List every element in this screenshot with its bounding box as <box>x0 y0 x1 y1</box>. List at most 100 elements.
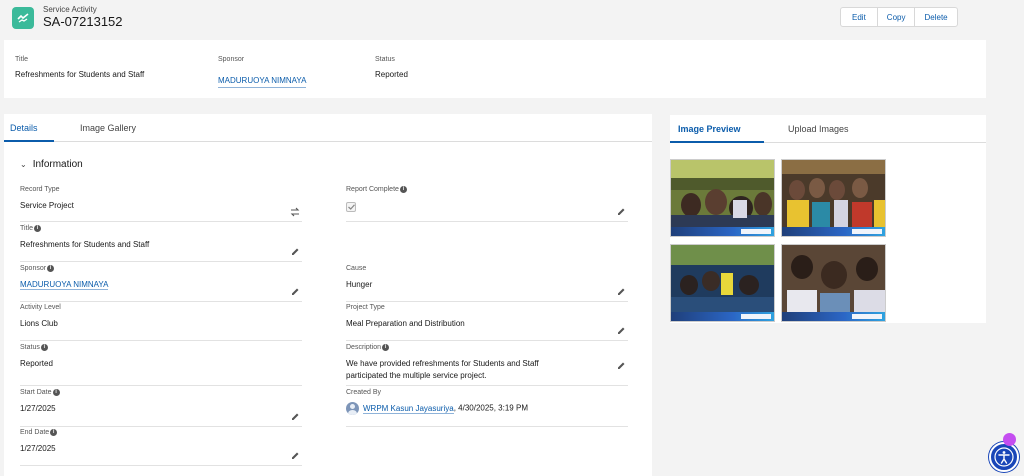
gallery-thumbnail[interactable] <box>670 244 775 322</box>
gallery-thumbnail[interactable] <box>781 244 886 322</box>
description-line-2: participated the multiple service projec… <box>346 371 487 380</box>
copy-button[interactable]: Copy <box>877 8 916 26</box>
field-sponsor: Sponsor i MADURUOYA NIMNAYA <box>20 265 302 302</box>
sponsor-link[interactable]: MADURUOYA NIMNAYA <box>20 280 109 290</box>
field-label: Report Complete i <box>346 186 407 193</box>
gallery-thumbnail[interactable] <box>781 159 886 237</box>
field-label-text: Description <box>346 344 382 351</box>
event-photo-image <box>671 245 774 321</box>
pencil-icon[interactable] <box>616 287 626 297</box>
field-created-by: Created By WRPM Kasun Jayasuriya, 4/30/2… <box>346 389 628 427</box>
service-activity-icon <box>12 7 34 29</box>
report-complete-checkbox <box>346 202 356 212</box>
created-date: , 4/30/2025, 3:19 PM <box>453 403 528 413</box>
event-photo-image <box>782 245 885 321</box>
change-record-type-icon[interactable] <box>290 207 300 217</box>
field-cause: Cause Hunger <box>346 265 628 302</box>
info-icon[interactable]: i <box>399 186 407 193</box>
field-value: WRPM Kasun Jayasuriya, 4/30/2025, 3:19 P… <box>346 402 528 415</box>
highlight-status-label: Status <box>375 56 395 63</box>
pencil-icon[interactable] <box>616 361 626 371</box>
field-value: 1/27/2025 <box>20 404 56 413</box>
field-value: Service Project <box>20 201 74 210</box>
pencil-icon[interactable] <box>290 451 300 461</box>
object-type-label: Service Activity <box>43 5 97 14</box>
field-end-date: End Date i 1/27/2025 <box>20 429 302 466</box>
field-value: Meal Preparation and Distribution <box>346 319 465 328</box>
field-label: Activity Level <box>20 304 61 311</box>
pencil-icon[interactable] <box>290 412 300 422</box>
field-label: Project Type <box>346 304 385 311</box>
tab-image-gallery[interactable]: Image Gallery <box>80 123 136 133</box>
main-tabset: Details Image Gallery <box>4 114 652 142</box>
photo-banner-strip <box>671 227 774 236</box>
chevron-down-icon: ⌄ <box>20 160 27 169</box>
highlight-sponsor-label: Sponsor <box>218 56 245 63</box>
checkmark-icon <box>347 204 355 210</box>
field-value: MADURUOYA NIMNAYA <box>20 279 109 291</box>
highlight-sponsor: Sponsor MADURUOYA NIMNAYA <box>218 56 307 88</box>
field-report-complete: Report Complete i <box>346 186 628 222</box>
active-tab-indicator <box>4 140 54 142</box>
accessibility-icon <box>994 447 1014 467</box>
field-label-text: Start Date <box>20 389 52 396</box>
side-tabset: Image Preview Upload Images <box>670 115 986 143</box>
details-card: Details Image Gallery ⌄ Information Reco… <box>4 114 652 476</box>
photo-banner-strip <box>671 312 774 321</box>
user-avatar-icon <box>346 402 359 415</box>
info-icon[interactable]: i <box>47 265 55 272</box>
tab-upload-images[interactable]: Upload Images <box>788 124 849 134</box>
field-label-text: Title <box>20 225 33 232</box>
field-label: Cause <box>346 265 367 272</box>
pencil-icon[interactable] <box>616 207 626 217</box>
highlight-sponsor-link[interactable]: MADURUOYA NIMNAYA <box>218 76 307 88</box>
field-description: Description i We have provided refreshmen… <box>346 344 628 386</box>
highlight-status: Status Reported <box>375 56 408 79</box>
info-icon[interactable]: i <box>50 429 58 436</box>
active-tab-indicator <box>670 141 764 143</box>
info-icon[interactable]: i <box>52 389 60 396</box>
edit-button[interactable]: Edit <box>841 8 878 26</box>
pencil-icon[interactable] <box>290 247 300 257</box>
section-information-toggle[interactable]: ⌄ Information <box>20 159 83 170</box>
field-value: Lions Club <box>20 319 58 328</box>
field-value: Reported <box>20 359 53 368</box>
tab-image-preview[interactable]: Image Preview <box>678 124 741 134</box>
created-by-user-link[interactable]: WRPM Kasun Jayasuriya <box>363 403 454 414</box>
section-title: Information <box>32 159 83 170</box>
field-start-date: Start Date i 1/27/2025 <box>20 389 302 427</box>
record-header: Service Activity SA-07213152 Edit Copy D… <box>0 0 1024 38</box>
highlights-panel: Title Refreshments for Students and Staf… <box>4 40 986 98</box>
tab-details[interactable]: Details <box>10 123 38 133</box>
field-label: Start Date i <box>20 389 60 396</box>
notification-dot <box>1003 433 1016 446</box>
field-label-text: Status <box>20 344 40 351</box>
field-label: Created By <box>346 389 382 396</box>
record-actions: Edit Copy Delete <box>840 7 958 27</box>
field-label: Description i <box>346 344 390 351</box>
highlight-status-value: Reported <box>375 70 408 79</box>
info-icon[interactable]: i <box>40 344 48 351</box>
info-icon[interactable]: i <box>382 344 390 351</box>
field-label: Record Type <box>20 186 60 193</box>
event-photo-image <box>671 160 774 236</box>
highlight-title-label: Title <box>15 56 28 63</box>
field-value: 1/27/2025 <box>20 444 56 453</box>
field-label-text: Report Complete <box>346 186 399 193</box>
delete-button[interactable]: Delete <box>915 8 957 26</box>
pencil-icon[interactable] <box>290 287 300 297</box>
field-label: Status i <box>20 344 48 351</box>
field-activity-level: Activity Level Lions Club <box>20 304 302 341</box>
event-photo-image <box>782 160 885 236</box>
info-icon[interactable]: i <box>33 225 41 232</box>
field-label-text: End Date <box>20 429 50 436</box>
accessibility-button[interactable] <box>989 442 1019 472</box>
field-label: Title i <box>20 225 41 232</box>
highlight-title-value: Refreshments for Students and Staff <box>15 70 145 79</box>
image-preview-card: Image Preview Upload Images <box>670 115 986 323</box>
field-project-type: Project Type Meal Preparation and Distri… <box>346 304 628 341</box>
gallery-thumbnail[interactable] <box>670 159 775 237</box>
field-value: Hunger <box>346 280 373 289</box>
field-label-text: Sponsor <box>20 265 47 272</box>
pencil-icon[interactable] <box>616 326 626 336</box>
